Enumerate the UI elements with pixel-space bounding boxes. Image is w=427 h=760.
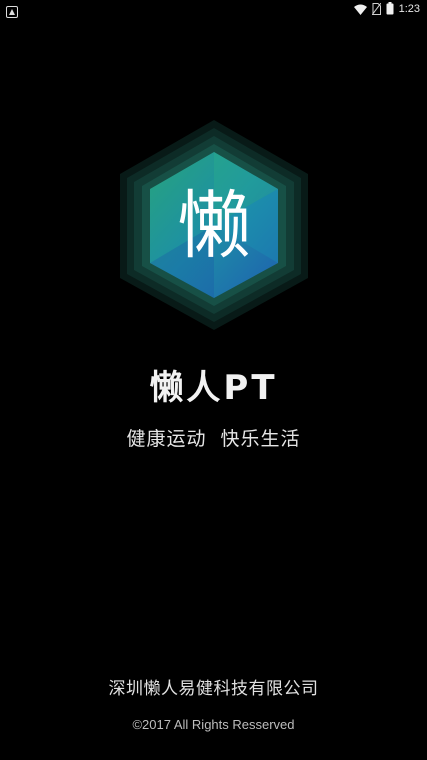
copyright-text: ©2017 All Rights Resserved <box>132 717 295 732</box>
status-bar: 1:23 <box>0 0 427 18</box>
no-sim-icon <box>371 0 381 19</box>
tagline: 健康运动 快乐生活 <box>126 428 301 450</box>
company-name: 深圳懒人易健科技有限公司 <box>108 679 319 699</box>
notification-icon <box>6 3 18 18</box>
app-name: 懒人PT <box>149 368 278 408</box>
logo-glyph: 懒 <box>177 183 251 269</box>
battery-icon <box>386 0 394 19</box>
app-logo: 懒 <box>118 118 310 332</box>
wifi-icon <box>353 0 367 19</box>
status-time: 1:23 <box>398 3 420 15</box>
status-icons: 1:23 <box>353 0 420 19</box>
